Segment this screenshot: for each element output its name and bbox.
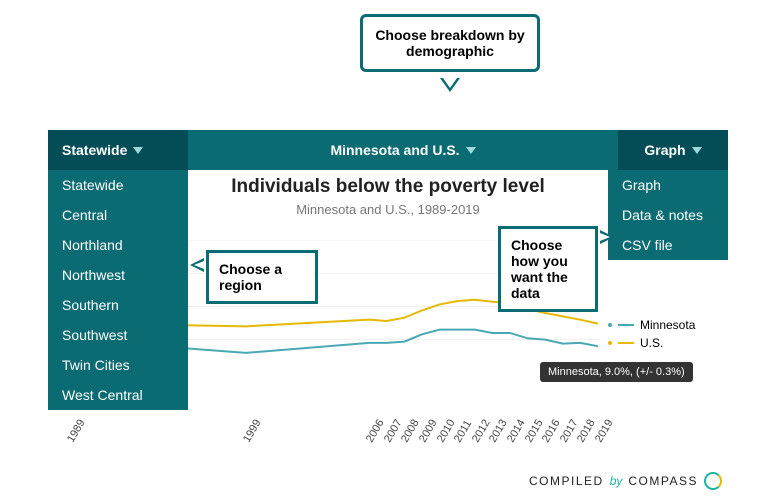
legend-label: Minnesota xyxy=(640,318,695,332)
x-tick-label: 2014 xyxy=(505,417,528,444)
view-dropdown-menu: Graph Data & notes CSV file xyxy=(608,170,728,260)
region-option[interactable]: Southern xyxy=(48,290,188,320)
callout-data-format-tail xyxy=(600,230,618,244)
region-option[interactable]: Southwest xyxy=(48,320,188,350)
region-option[interactable]: Statewide xyxy=(48,170,188,200)
nav-statewide-dropdown[interactable]: Statewide xyxy=(48,130,188,170)
x-tick-label: 2006 xyxy=(364,417,387,444)
legend: Minnesota U.S. xyxy=(608,318,728,354)
brand-compiled: COMPILED xyxy=(529,474,604,488)
callout-demographic: Choose breakdown by demographic xyxy=(360,14,540,72)
callout-demographic-tail xyxy=(440,78,460,92)
x-tick-label: 2007 xyxy=(382,417,405,444)
legend-line xyxy=(618,342,634,344)
region-option[interactable]: Twin Cities xyxy=(48,350,188,380)
navbar: Statewide Minnesota and U.S. Graph xyxy=(48,130,728,170)
x-tick-label: 2012 xyxy=(470,417,493,444)
legend-item-minnesota: Minnesota xyxy=(608,318,728,332)
callout-region: Choose a region xyxy=(206,250,318,304)
region-option[interactable]: West Central xyxy=(48,380,188,410)
legend-line xyxy=(618,324,634,326)
x-axis: 1989199920062007200820092010201120122013… xyxy=(70,408,598,462)
nav-statewide-label: Statewide xyxy=(62,142,127,158)
brand-name: COMPASS xyxy=(628,474,698,488)
legend-marker xyxy=(608,323,612,327)
view-option[interactable]: Graph xyxy=(608,170,728,200)
x-tick-label: 1989 xyxy=(65,417,88,444)
chevron-down-icon xyxy=(133,147,143,154)
chart-tooltip: Minnesota, 9.0%, (+/- 0.3%) xyxy=(540,362,693,382)
callout-region-tail xyxy=(190,258,208,272)
nav-breakdown-label: Minnesota and U.S. xyxy=(330,142,459,158)
x-tick-label: 2017 xyxy=(558,417,581,444)
view-option[interactable]: CSV file xyxy=(608,230,728,260)
region-option[interactable]: Northland xyxy=(48,230,188,260)
region-option[interactable]: Central xyxy=(48,200,188,230)
x-tick-label: 1999 xyxy=(241,417,264,444)
nav-view-dropdown[interactable]: Graph xyxy=(618,130,728,170)
compass-logo-icon xyxy=(704,472,722,490)
brand-by: by xyxy=(610,474,623,488)
callout-data-format: Choose how you want the data xyxy=(498,226,598,312)
nav-view-label: Graph xyxy=(644,142,685,158)
chevron-down-icon xyxy=(692,147,702,154)
legend-marker xyxy=(608,341,612,345)
view-option[interactable]: Data & notes xyxy=(608,200,728,230)
x-tick-label: 2009 xyxy=(417,417,440,444)
x-tick-label: 2019 xyxy=(593,417,616,444)
brand-footer: COMPILED by COMPASS xyxy=(529,472,722,490)
nav-breakdown-dropdown[interactable]: Minnesota and U.S. xyxy=(188,130,618,170)
legend-item-us: U.S. xyxy=(608,336,728,350)
region-option[interactable]: Northwest xyxy=(48,260,188,290)
region-dropdown-menu: Statewide Central Northland Northwest So… xyxy=(48,170,188,410)
chevron-down-icon xyxy=(466,147,476,154)
legend-label: U.S. xyxy=(640,336,663,350)
